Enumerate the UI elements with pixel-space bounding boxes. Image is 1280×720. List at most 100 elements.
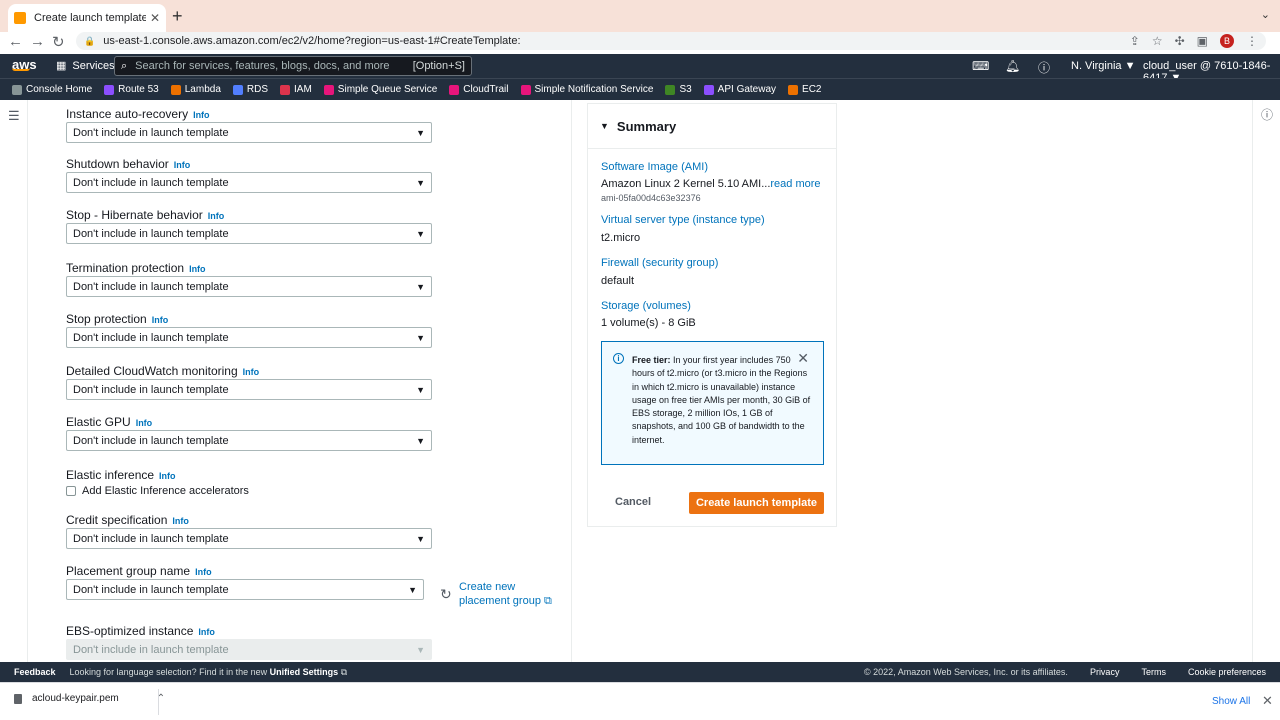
placement-group-select[interactable]: Don't include in launch template ▼ [66,579,424,600]
info-link[interactable]: Info [208,211,225,221]
favorite-rds[interactable]: RDS [232,84,268,95]
search-icon: ⌕ [121,59,128,72]
shutdown-behavior-select[interactable]: Don't include in launch template ▼ [66,172,432,193]
info-link[interactable]: Info [193,110,210,120]
service-icon [170,84,181,95]
credit-specification-select[interactable]: Don't include in launch template ▼ [66,528,432,549]
firewall-key-link[interactable]: Firewall (security group) [601,257,718,269]
menu-hamburger-icon[interactable]: ☰ [8,108,20,124]
info-link[interactable]: Info [189,264,206,274]
aws-search-input[interactable]: ⌕ Search for services, features, blogs, … [114,56,472,76]
back-icon[interactable]: ← [8,33,23,50]
aws-logo[interactable]: aws [12,57,37,72]
service-icon [788,84,799,95]
tab-title: Create launch template | EC2 M [34,12,146,24]
close-icon[interactable]: ✕ [797,351,809,365]
file-icon [14,693,22,704]
cloudshell-icon[interactable]: ⌨ [972,59,989,73]
stop-protection-select[interactable]: Don't include in launch template ▼ [66,327,432,348]
show-all-button[interactable]: Show All [1212,696,1250,707]
unified-settings-link[interactable]: Unified Settings [270,667,339,677]
summary-header[interactable]: ▼ Summary [588,104,836,149]
forward-icon[interactable]: → [30,33,45,50]
address-bar[interactable]: 🔒 us-east-1.console.aws.amazon.com/ec2/v… [76,32,1266,50]
favorite-ec2[interactable]: EC2 [788,84,821,95]
ami-key-link[interactable]: Software Image (AMI) [601,161,708,173]
read-more-link[interactable]: read more [770,178,820,190]
refresh-icon[interactable]: ↻ [440,586,452,603]
region-selector[interactable]: N. Virginia ▼ [1071,60,1136,72]
elastic-inference-checkbox[interactable]: Add Elastic Inference accelerators [66,485,249,497]
info-link[interactable]: Info [152,315,169,325]
new-tab-icon[interactable]: + [172,6,183,27]
favorite-simple-notification-service[interactable]: Simple Notification Service [520,84,653,95]
label-stop-protection: Stop protection Info [66,312,169,326]
storage-key-link[interactable]: Storage (volumes) [601,300,691,312]
info-link[interactable]: Info [174,160,191,170]
feedback-link[interactable]: Feedback [0,667,70,677]
create-placement-group-link[interactable]: Create new placement group ⧉ [459,580,569,608]
help-icon[interactable]: ⓘ [1038,59,1050,76]
hibernate-behavior-select[interactable]: Don't include in launch template ▼ [66,223,432,244]
tab-search-icon[interactable]: ⌄ [1261,8,1270,21]
sidepanel-icon[interactable]: ▣ [1197,34,1208,48]
instance-type-key-link[interactable]: Virtual server type (instance type) [601,214,765,226]
favorite-route-53[interactable]: Route 53 [104,84,159,95]
favorite-lambda[interactable]: Lambda [170,84,221,95]
browser-tab[interactable]: Create launch template | EC2 M ✕ [8,4,166,32]
service-icon [12,84,22,95]
notifications-bell-icon[interactable]: 🔔︎ [1005,59,1020,73]
download-item[interactable]: acloud-keypair.pem ⌃ [14,693,165,704]
close-icon[interactable]: ✕ [1262,693,1273,709]
free-tier-alert: i ✕ Free tier: In your first year includ… [601,341,824,465]
dropdown-arrow-icon: ▼ [416,332,425,343]
termination-protection-select[interactable]: Don't include in launch template ▼ [66,276,432,297]
info-link[interactable]: Info [243,367,260,377]
ebs-optimized-select: Don't include in launch template ▼ [66,639,432,660]
reload-icon[interactable]: ↻ [52,33,65,51]
favorite-iam[interactable]: IAM [280,84,312,95]
checkbox-box[interactable] [66,486,76,496]
create-launch-template-button[interactable]: Create launch template [689,492,824,514]
auto-recovery-select[interactable]: Don't include in launch template ▼ [66,122,432,143]
cookie-preferences-link[interactable]: Cookie preferences [1188,667,1266,677]
favorite-simple-queue-service[interactable]: Simple Queue Service [323,84,437,95]
close-tab-icon[interactable]: ✕ [150,11,160,25]
favorite-s3[interactable]: S3 [665,84,692,95]
info-link[interactable]: Info [195,567,212,577]
label-hibernate-behavior: Stop - Hibernate behavior Info [66,208,225,222]
label-termination-protection: Termination protection Info [66,261,206,275]
service-icon [323,84,334,95]
info-link[interactable]: Info [136,418,153,428]
terms-link[interactable]: Terms [1141,667,1166,677]
info-link[interactable]: Info [198,627,215,637]
label-elastic-gpu: Elastic GPU Info [66,415,153,429]
search-placeholder: Search for services, features, blogs, do… [135,60,390,72]
favorite-api-gateway[interactable]: API Gateway [703,84,776,95]
elastic-gpu-select[interactable]: Don't include in launch template ▼ [66,430,432,451]
grid-icon: ▦ [56,60,67,72]
info-panel-icon[interactable]: ⓘ [1261,106,1273,123]
service-icon [665,84,676,95]
cloudwatch-monitoring-select[interactable]: Don't include in launch template ▼ [66,379,432,400]
favorite-console-home[interactable]: Console Home [12,84,92,95]
extensions-icon[interactable]: ✣ [1175,34,1185,48]
services-menu-button[interactable]: ▦ Services [56,59,115,73]
cancel-button[interactable]: Cancel [615,496,651,508]
favorite-cloudtrail[interactable]: CloudTrail [449,84,509,95]
bookmark-star-icon[interactable]: ☆ [1152,34,1163,48]
service-icon [232,84,243,95]
label-elastic-inference: Elastic inference Info [66,468,176,482]
browser-nav-bar: ← → ↻ 🔒 us-east-1.console.aws.amazon.com… [0,32,1280,54]
profile-avatar[interactable]: B [1220,34,1234,48]
share-icon[interactable]: ⇪ [1130,34,1140,48]
dropdown-arrow-icon: ▼ [416,177,425,188]
info-link[interactable]: Info [159,471,176,481]
privacy-link[interactable]: Privacy [1090,667,1120,677]
browser-menu-icon[interactable]: ⋮ [1246,34,1258,48]
info-link[interactable]: Info [172,516,189,526]
divider [158,689,159,715]
advanced-details-form: Instance auto-recovery Info Don't include… [44,100,572,662]
summary-panel: ▼ Summary Software Image (AMI) Amazon Li… [587,103,837,527]
storage-value: 1 volume(s) - 8 GiB [601,317,696,329]
